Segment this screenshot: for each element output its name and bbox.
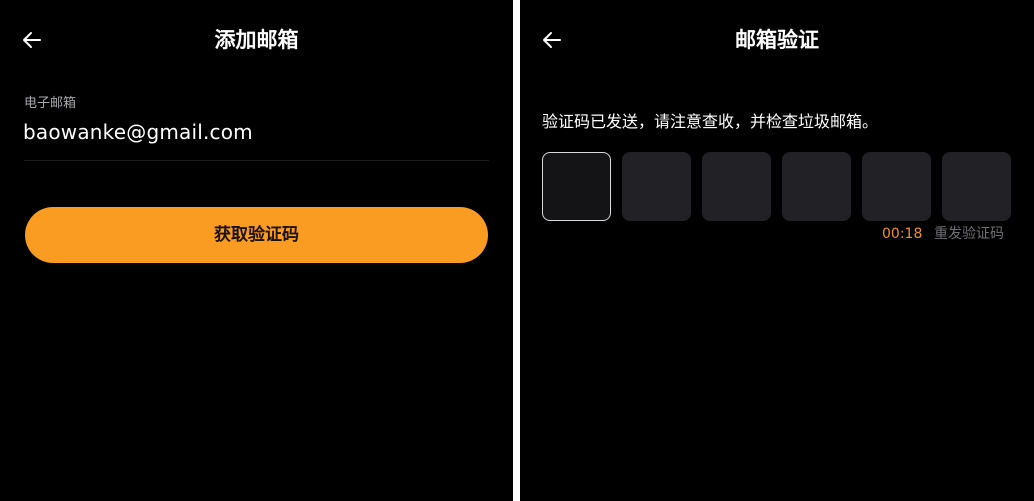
countdown-timer: 00:18 — [882, 226, 923, 242]
code-digit-input-6[interactable] — [942, 152, 1011, 221]
email-input[interactable]: baowanke@gmail.com — [23, 118, 253, 146]
stage: 添加邮箱 电子邮箱 baowanke@gmail.com 获取验证码 邮箱验证 … — [0, 0, 1034, 501]
add-email-screen: 添加邮箱 电子邮箱 baowanke@gmail.com 获取验证码 — [0, 0, 513, 501]
email-field-divider — [24, 160, 489, 161]
get-code-button[interactable]: 获取验证码 — [25, 207, 488, 263]
code-digit-input-2[interactable] — [622, 152, 691, 221]
verify-email-screen: 邮箱验证 验证码已发送，请注意查收，并检查垃圾邮箱。 00:18 重发验证码 — [520, 0, 1034, 501]
code-input-row — [542, 152, 1012, 221]
code-digit-input-5[interactable] — [862, 152, 931, 221]
code-digit-input-3[interactable] — [702, 152, 771, 221]
resend-code-link[interactable]: 重发验证码 — [934, 224, 1004, 244]
code-sent-hint: 验证码已发送，请注意查收，并检查垃圾邮箱。 — [542, 112, 879, 131]
page-title: 邮箱验证 — [735, 28, 819, 52]
email-field-label: 电子邮箱 — [24, 96, 77, 111]
code-digit-input-1[interactable] — [542, 152, 611, 221]
page-title: 添加邮箱 — [214, 28, 299, 52]
code-digit-input-4[interactable] — [782, 152, 851, 221]
